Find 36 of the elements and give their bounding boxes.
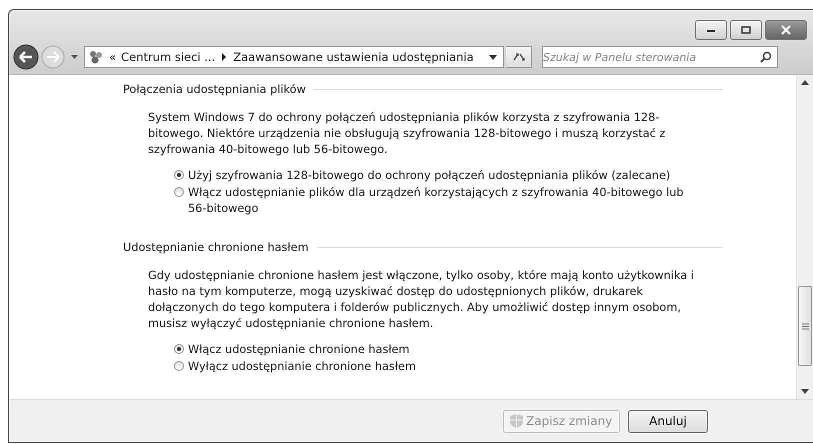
scroll-up-icon[interactable] [801, 80, 809, 85]
section-description: System Windows 7 do ochrony połączeń udostępniania plików korzysta z szyfrowania 128-bitowego. Niektóre urządzenia nie obsługują szyfrowania 128-bitowego i muszą korzystać z szyfrowania 40-bitowego lub 56-bitowego. [148, 110, 666, 158]
option-label[interactable]: Włącz udostępnianie plików dla urządzeń korzystających z szyfrowania 40-bitowego lub 56-bitowego [188, 185, 694, 217]
option-label[interactable]: Włącz udostępnianie chronione hasłem [188, 342, 410, 358]
radio-button[interactable] [174, 361, 184, 371]
minimize-icon [706, 27, 716, 33]
minimize-button[interactable] [695, 20, 727, 40]
close-button[interactable] [765, 20, 807, 40]
scrollbar-thumb[interactable] [798, 286, 812, 366]
radio-button[interactable] [174, 344, 184, 354]
chevron-icon[interactable] [221, 53, 228, 61]
search-icon [760, 51, 772, 63]
radio-button[interactable] [174, 187, 184, 197]
breadcrumb[interactable]: Zaawansowane ustawienia udostępniania [233, 50, 474, 64]
back-button[interactable] [13, 44, 39, 70]
section-heading: Połączenia udostępniania plików [123, 82, 306, 96]
address-bar[interactable]: « Centrum sieci ... Zaawansowane ustawienia udostępniania [84, 46, 504, 68]
shield-icon [510, 414, 523, 428]
option-label[interactable]: Wyłącz udostępnianie chronione hasłem [188, 359, 416, 375]
section-heading: Udostępnianie chronione hasłem [123, 240, 309, 254]
radio-button[interactable] [174, 170, 184, 180]
refresh-icon [512, 51, 526, 63]
maximize-icon [741, 26, 751, 34]
scroll-down-icon[interactable] [801, 389, 809, 394]
section-description: Gdy udostępnianie chronione hasłem jest włączone, tylko osoby, które mają konto użytkownika i hasło na tym komputerze, mogą uzyskiwać dostęp do udostępnionych plików, drukarek dołączonych do tego komputera i folderów publicznych. Aby umożliwić dostęp innym osobom, musisz wyłączyć udostępnianie chronione hasłem. [148, 268, 695, 332]
option-label[interactable]: Użyj szyfrowania 128-bitowego do ochrony połączeń udostępniania plików (zalecane) [188, 168, 670, 184]
dropdown-icon[interactable] [489, 54, 497, 60]
breadcrumb[interactable]: Centrum sieci ... [121, 50, 216, 64]
network-icon [88, 49, 104, 65]
refresh-button[interactable] [506, 46, 532, 68]
overflow-chevron[interactable]: « [109, 50, 116, 64]
maximize-button[interactable] [730, 20, 762, 40]
cancel-button[interactable]: Anuluj [628, 410, 708, 432]
close-icon [780, 25, 792, 35]
search-field[interactable]: Szukaj w Panelu sterowania [542, 46, 778, 68]
scrollbar[interactable] [796, 75, 813, 399]
